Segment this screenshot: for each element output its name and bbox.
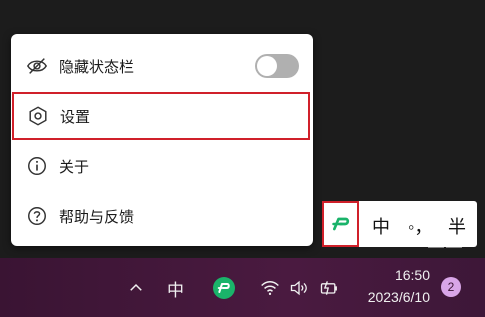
menu-item-label: 隐藏状态栏	[59, 58, 135, 76]
hexagon-settings-icon	[29, 106, 47, 126]
menu-item-help-feedback[interactable]: 帮助与反馈	[11, 192, 313, 240]
eye-off-icon	[26, 58, 48, 74]
ime-punctuation-toggle[interactable]: ◦，	[408, 213, 432, 239]
volume-icon[interactable]	[289, 278, 309, 298]
ime-width-toggle[interactable]: 半	[448, 213, 466, 239]
notification-badge[interactable]: 2	[441, 277, 461, 297]
taskbar-date: 2023/6/10	[367, 289, 430, 305]
ime-logo-icon	[332, 217, 350, 231]
ime-logo-icon	[217, 283, 230, 293]
menu-item-settings[interactable]: 设置	[12, 92, 310, 140]
wifi-icon[interactable]	[260, 278, 280, 298]
ime-mode-toggle[interactable]: 中	[372, 213, 390, 239]
taskbar-time: 16:50	[394, 267, 430, 283]
hide-status-bar-toggle[interactable]	[255, 54, 299, 78]
taskbar: 中 16:50 2023/6/10	[0, 258, 485, 317]
ime-tray-icon[interactable]	[213, 277, 235, 299]
menu-item-label: 设置	[60, 108, 91, 126]
info-icon	[28, 157, 46, 175]
context-menu: 隐藏状态栏 设置 关于 帮助与反馈	[11, 34, 313, 246]
ime-status-bar: 中 ◦， 半	[322, 201, 477, 247]
menu-item-label: 帮助与反馈	[59, 208, 135, 226]
battery-charging-icon[interactable]	[318, 278, 340, 298]
menu-item-hide-status-bar[interactable]: 隐藏状态栏	[11, 42, 313, 90]
taskbar-language-indicator[interactable]: 中	[167, 276, 184, 301]
ime-logo-button[interactable]	[322, 201, 359, 247]
chevron-up-icon[interactable]	[127, 279, 145, 297]
menu-item-label: 关于	[59, 158, 90, 176]
menu-item-about[interactable]: 关于	[11, 142, 313, 190]
question-icon	[28, 207, 46, 225]
toggle-knob	[257, 56, 277, 76]
